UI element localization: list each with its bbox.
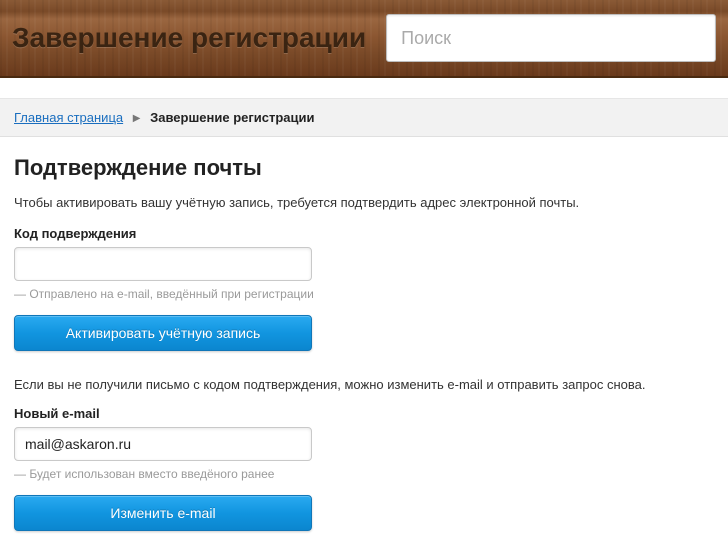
breadcrumb: Главная страница ▶ Завершение регистраци… xyxy=(0,98,728,137)
search-input[interactable] xyxy=(386,14,716,62)
change-email-button[interactable]: Изменить e-mail xyxy=(14,495,312,531)
confirmation-code-input[interactable] xyxy=(14,247,312,281)
page-title: Завершение регистрации xyxy=(12,22,366,54)
activate-account-button[interactable]: Активировать учётную запись xyxy=(14,315,312,351)
header: Завершение регистрации xyxy=(0,0,728,78)
section-heading: Подтверждение почты xyxy=(14,155,714,181)
new-email-input[interactable] xyxy=(14,427,312,461)
breadcrumb-home-link[interactable]: Главная страница xyxy=(14,110,123,125)
resend-text: Если вы не получили письмо с кодом подтв… xyxy=(14,377,714,392)
code-label: Код подверждения xyxy=(14,226,714,241)
email-label: Новый e-mail xyxy=(14,406,714,421)
main-content: Подтверждение почты Чтобы активировать в… xyxy=(0,137,728,545)
email-hint: — Будет использован вместо введёного ран… xyxy=(14,467,714,481)
code-hint: — Отправлено на e-mail, введённый при ре… xyxy=(14,287,714,301)
breadcrumb-current: Завершение регистрации xyxy=(150,110,314,125)
intro-text: Чтобы активировать вашу учётную запись, … xyxy=(14,195,714,210)
breadcrumb-separator-icon: ▶ xyxy=(133,113,141,124)
